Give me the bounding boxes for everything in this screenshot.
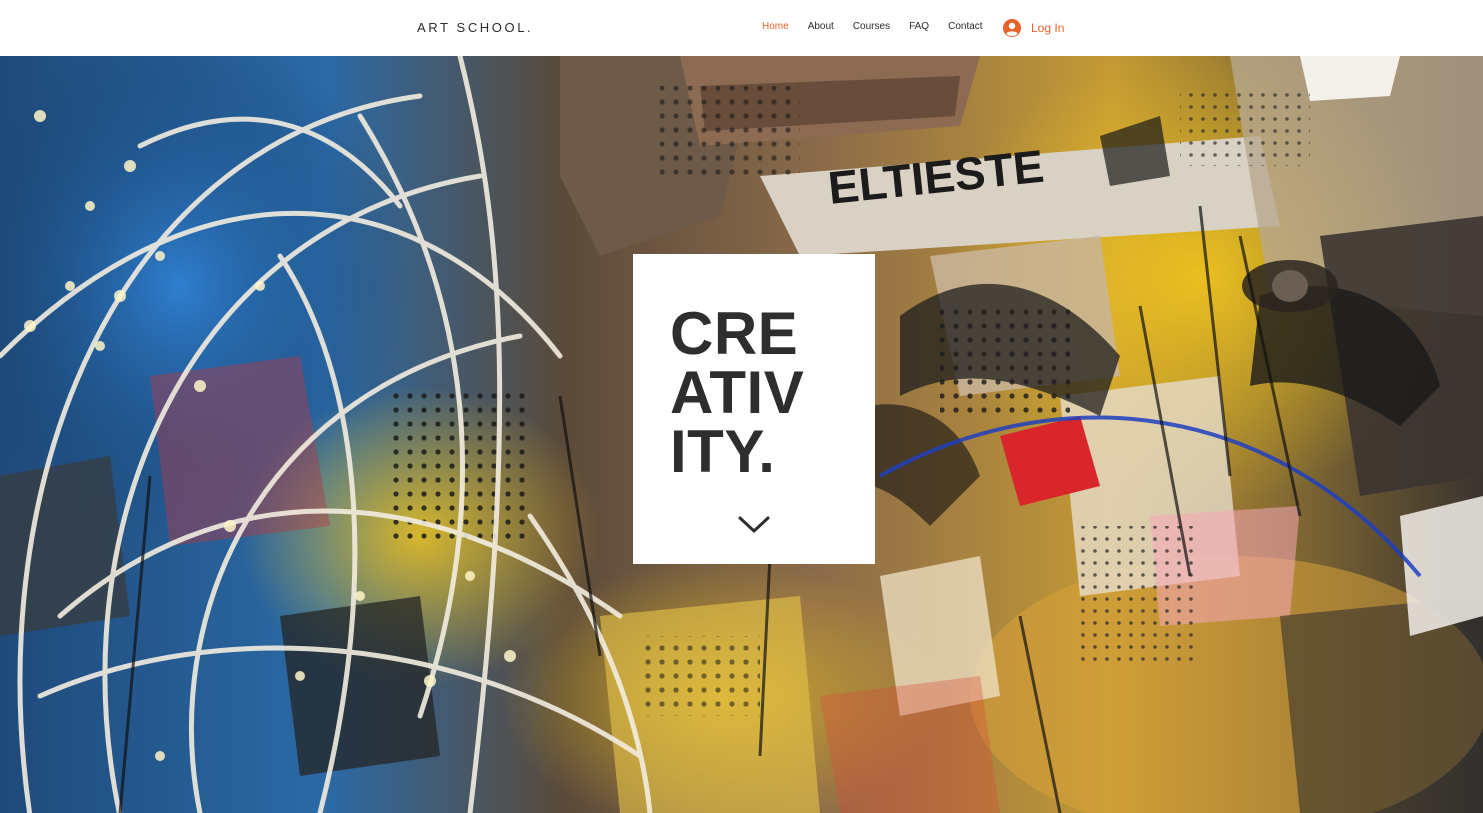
- hero-title-card: CRE ATIV ITY.: [633, 254, 875, 564]
- nav-item-contact[interactable]: Contact: [948, 21, 982, 32]
- nav-item-faq[interactable]: FAQ: [909, 21, 929, 32]
- nav-item-about[interactable]: About: [808, 21, 834, 32]
- hero-headline: CRE ATIV ITY.: [670, 300, 805, 485]
- site-header: ART SCHOOL. Home About Courses FAQ Conta…: [0, 0, 1483, 56]
- hero-section: ELTIESTE CRE ATIV ITY.: [0, 56, 1483, 813]
- chevron-down-icon[interactable]: [737, 514, 771, 536]
- user-avatar-icon: [1003, 19, 1021, 37]
- headline-line: ITY.: [670, 418, 776, 485]
- main-nav: Home About Courses FAQ Contact: [762, 21, 1002, 32]
- login-label: Log In: [1031, 21, 1065, 35]
- site-logo[interactable]: ART SCHOOL.: [417, 20, 533, 35]
- login-button[interactable]: Log In: [1003, 19, 1064, 37]
- headline-line: ATIV: [670, 359, 805, 426]
- nav-item-home[interactable]: Home: [762, 21, 789, 32]
- headline-line: CRE: [670, 300, 799, 367]
- nav-item-courses[interactable]: Courses: [853, 21, 890, 32]
